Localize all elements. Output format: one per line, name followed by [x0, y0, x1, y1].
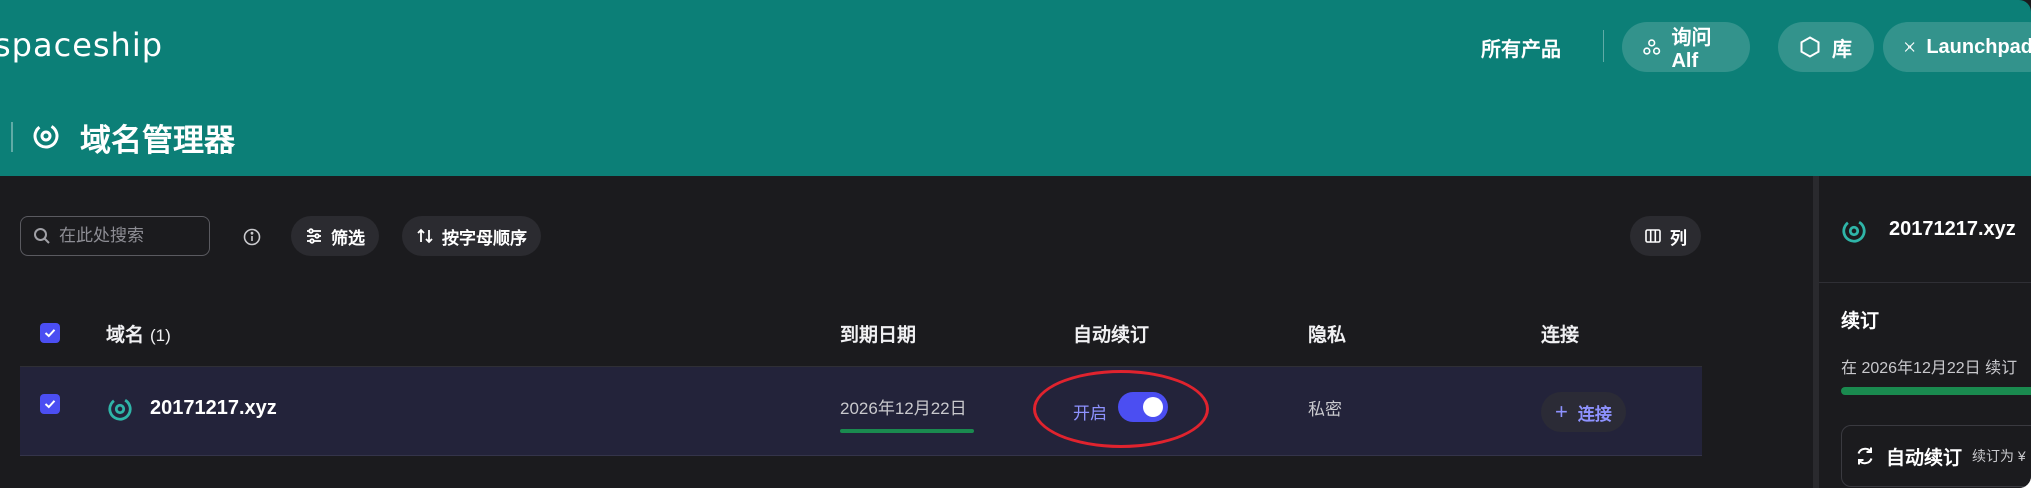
domain-manager-icon: [33, 123, 59, 149]
library-label: 库: [1832, 38, 1852, 61]
filter-label: 筛选: [331, 228, 365, 248]
plus-icon: +: [1555, 399, 1568, 424]
all-products-link[interactable]: 所有产品: [1481, 33, 1561, 62]
search-box[interactable]: [20, 216, 210, 256]
top-header: spaceship 所有产品 询问 Alf 库 Launchpad 域名管理器: [0, 0, 2031, 176]
sort-arrows-icon: [417, 228, 433, 244]
renew-progress-bar: [1841, 387, 2031, 395]
library-button[interactable]: 库: [1778, 22, 1874, 72]
select-all-checkbox[interactable]: [40, 323, 60, 343]
columns-label: 列: [1670, 228, 1687, 248]
info-icon[interactable]: [243, 228, 261, 246]
domain-status-icon: [1842, 219, 1866, 243]
search-icon: [34, 228, 50, 244]
connect-button[interactable]: + 连接: [1541, 392, 1626, 432]
columns-button[interactable]: 列: [1630, 216, 1701, 256]
launchpad-label: Launchpad: [1926, 35, 2031, 58]
column-header-connect[interactable]: 连接: [1541, 320, 1579, 347]
domain-count: (1): [150, 326, 171, 345]
check-icon: [44, 400, 56, 409]
renew-date-text: 在 2026年12月22日 续订: [1841, 360, 2018, 377]
search-input[interactable]: [59, 226, 199, 246]
launchpad-icon: [1904, 42, 1915, 52]
filter-button[interactable]: 筛选: [291, 216, 379, 256]
auto-renew-card-title: 自动续订: [1886, 447, 1963, 469]
sort-label: 按字母顺序: [442, 228, 527, 248]
app-window: spaceship 所有产品 询问 Alf 库 Launchpad 域名管理器 …: [0, 0, 2031, 488]
column-header-privacy[interactable]: 隐私: [1308, 320, 1346, 347]
detail-divider: [1819, 282, 2031, 283]
auto-renew-card[interactable]: 自动续订 续订为 ¥: [1841, 425, 2031, 487]
launchpad-button[interactable]: Launchpad: [1883, 22, 2031, 72]
connect-label: 连接: [1577, 404, 1612, 424]
auto-renew-card-subtitle: 续订为 ¥: [1972, 448, 2026, 464]
spaceship-logo[interactable]: spaceship: [0, 26, 163, 64]
hexagon-icon: [1800, 36, 1820, 58]
sort-button[interactable]: 按字母顺序: [402, 216, 541, 256]
row-divider-line: [20, 455, 1702, 456]
sliders-icon: [307, 228, 321, 244]
ask-alf-button[interactable]: 询问 Alf: [1622, 22, 1750, 72]
column-header-domain[interactable]: 域名 (1): [106, 320, 171, 347]
domain-status-icon: [108, 397, 132, 421]
title-divider: [11, 122, 13, 152]
expiry-date: 2026年12月22日: [840, 399, 967, 418]
ask-alf-label: 询问 Alf: [1671, 27, 1712, 72]
domain-name-link[interactable]: 20171217.xyz: [150, 397, 277, 420]
detail-domain-name: 20171217.xyz: [1889, 218, 2016, 240]
domain-table-panel: 筛选 按字母顺序 列 域名 (1) 到期日期 自动续订 隐私 连接: [0, 176, 1813, 488]
columns-icon: [1645, 229, 1661, 243]
domain-detail-panel: 20171217.xyz 续订 在 2026年12月22日 续订 自动续订 续订…: [1819, 176, 2031, 488]
highlight-annotation-circle: [1033, 370, 1209, 448]
column-header-auto-renew[interactable]: 自动续订: [1073, 320, 1149, 347]
expiry-progress-bar: [840, 429, 974, 433]
column-header-expiry[interactable]: 到期日期: [840, 320, 916, 347]
column-header-domain-label: 域名: [106, 325, 145, 346]
row-checkbox[interactable]: [40, 394, 60, 414]
alf-icon: [1643, 39, 1661, 55]
check-icon: [44, 329, 56, 338]
refresh-icon: [1857, 447, 1873, 465]
privacy-status: 私密: [1308, 400, 1342, 419]
page-title: 域名管理器: [80, 123, 235, 158]
nav-divider: [1603, 30, 1604, 62]
renew-section-title: 续订: [1841, 311, 1880, 332]
